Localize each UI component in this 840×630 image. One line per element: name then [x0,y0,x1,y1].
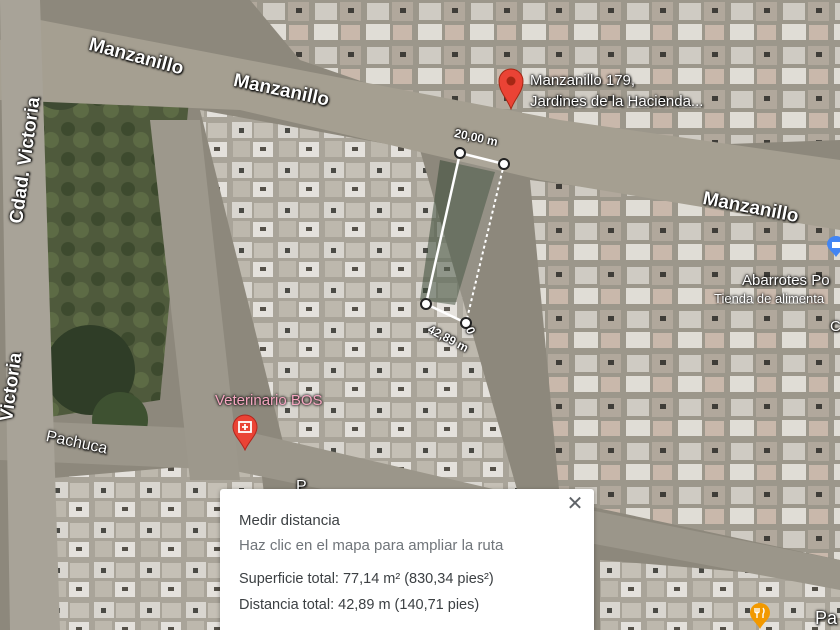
total-area: Superficie total: 77,14 m² (830,34 pies²… [239,571,494,587]
place-label-line1[interactable]: Manzanillo 179, [530,72,635,89]
close-icon[interactable]: ✕ [564,493,586,515]
poi-label-partial: C [830,318,840,335]
place-label-line2[interactable]: Jardines de la Hacienda... [530,93,703,110]
measure-vertex[interactable] [420,298,432,310]
measure-distance-panel: Medir distancia Haz clic en el mapa para… [220,489,594,630]
street-label-partial: Pa [815,608,838,628]
shopping-bag-icon[interactable] [826,236,840,258]
vet-hospital-icon[interactable] [231,413,259,451]
total-distance: Distancia total: 42,89 m (140,71 pies) [239,597,480,613]
poi-label-veterinario[interactable]: Veterinario BOS [215,392,323,409]
poi-subtitle-abarrotes: Tienda de alimenta [714,291,825,306]
panel-hint: Haz clic en el mapa para ampliar la ruta [239,537,504,554]
panel-title: Medir distancia [239,512,340,529]
poi-label-abarrotes[interactable]: Abarrotes Po [742,272,830,289]
fork-knife-icon[interactable] [748,602,772,630]
measure-vertex[interactable] [454,147,466,159]
location-pin-icon[interactable] [496,66,526,110]
measure-vertex[interactable] [498,158,510,170]
